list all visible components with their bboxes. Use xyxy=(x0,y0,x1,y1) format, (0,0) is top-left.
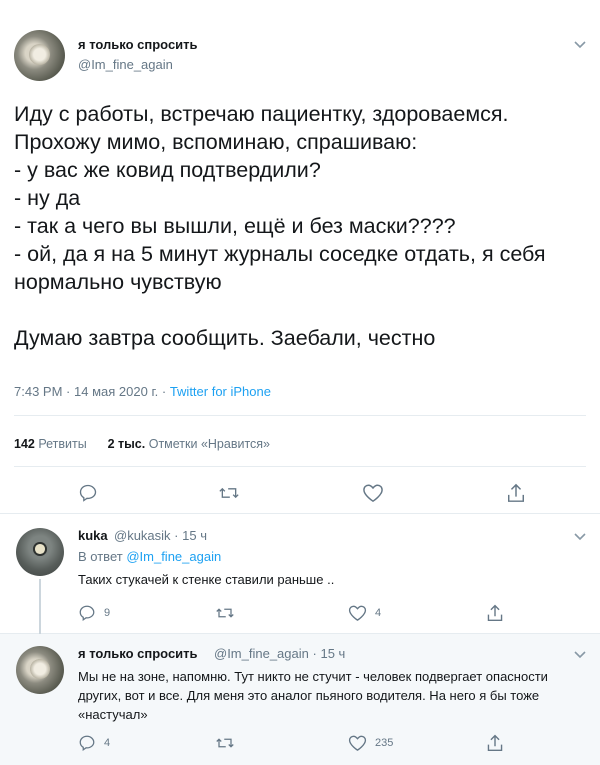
retweet-button[interactable] xyxy=(215,734,243,752)
user-handle: @Im_fine_again · 15 ч xyxy=(214,646,345,661)
avatar[interactable] xyxy=(16,528,64,576)
separator: · xyxy=(312,646,317,661)
heart-icon xyxy=(348,735,367,751)
retweets-count: 142 xyxy=(14,437,35,451)
user-handle-text[interactable]: @Im_fine_again xyxy=(214,646,309,661)
retweets-label: Ретвиты xyxy=(38,437,87,451)
separator: · xyxy=(66,384,71,399)
reply-count: 4 xyxy=(104,737,111,749)
thread-line xyxy=(39,579,41,635)
reply-button[interactable] xyxy=(78,483,98,503)
heart-icon xyxy=(348,605,367,621)
reply-tweet[interactable]: я только спросить @Im_fine_again · 15 ч … xyxy=(0,634,600,765)
tweet-meta: 7:43 PM · 14 мая 2020 г. · Twitter for i… xyxy=(14,384,271,399)
display-name[interactable]: я только спросить xyxy=(78,37,198,52)
main-tweet: я только спросить @Im_fine_again Иду с р… xyxy=(0,0,600,514)
retweet-button[interactable] xyxy=(215,604,243,622)
chevron-down-icon[interactable] xyxy=(573,40,587,50)
reply-icon xyxy=(79,735,95,751)
in-reply-mention[interactable]: @Im_fine_again xyxy=(126,549,221,564)
chevron-down-icon[interactable] xyxy=(573,532,587,542)
in-reply-label: В ответ xyxy=(78,549,123,564)
like-count: 235 xyxy=(375,737,394,749)
tweet-source-link[interactable]: Twitter for iPhone xyxy=(170,384,271,399)
like-button[interactable] xyxy=(362,483,384,503)
avatar[interactable] xyxy=(14,30,65,81)
display-name[interactable]: kuka xyxy=(78,528,108,543)
share-button[interactable] xyxy=(486,603,504,623)
retweet-icon xyxy=(219,487,239,499)
avatar[interactable] xyxy=(16,646,64,694)
share-icon xyxy=(487,604,503,622)
share-button[interactable] xyxy=(506,482,526,504)
tweet-time[interactable]: 7:43 PM xyxy=(14,384,62,399)
heart-icon xyxy=(363,484,383,503)
separator: · xyxy=(161,384,167,399)
reply-count: 9 xyxy=(104,607,111,619)
reply-text: Мы не на зоне, напомню. Тут никто не сту… xyxy=(78,669,548,722)
display-name[interactable]: я только спросить xyxy=(78,646,198,661)
chevron-down-icon[interactable] xyxy=(573,650,587,660)
user-handle[interactable]: @Im_fine_again xyxy=(78,57,173,72)
retweet-icon xyxy=(216,608,234,618)
in-reply-to: В ответ @Im_fine_again xyxy=(78,549,221,564)
like-button[interactable]: 235 xyxy=(348,734,393,752)
likes-count: 2 тыс. xyxy=(107,437,146,451)
tweet-stats: 142 Ретвиты 2 тыс. Отметки «Нравится» xyxy=(14,437,270,451)
like-count: 4 xyxy=(375,607,382,619)
tweet-age[interactable]: 15 ч xyxy=(320,646,345,661)
separator: · xyxy=(174,528,179,543)
like-button[interactable]: 4 xyxy=(348,604,381,622)
share-button[interactable] xyxy=(486,733,504,753)
divider xyxy=(14,466,586,467)
reply-button[interactable]: 4 xyxy=(78,734,110,752)
likes-stat[interactable]: 2 тыс. Отметки «Нравится» xyxy=(108,437,270,451)
tweet-text: Иду с работы, встречаю пациентку, здоров… xyxy=(14,102,546,350)
reply-icon xyxy=(79,484,97,502)
user-handle: @kukasik · 15 ч xyxy=(114,528,207,543)
reply-button[interactable]: 9 xyxy=(78,604,110,622)
reply-text: Таких стукачей к стенке ставили раньше .… xyxy=(78,572,335,587)
user-handle-text[interactable]: @kukasik xyxy=(114,528,171,543)
retweet-icon xyxy=(216,738,234,748)
reply-icon xyxy=(79,605,95,621)
likes-label: Отметки «Нравится» xyxy=(148,437,271,451)
retweets-stat[interactable]: 142 Ретвиты xyxy=(14,437,87,451)
tweet-date[interactable]: 14 мая 2020 г. xyxy=(74,384,158,399)
reply-tweet[interactable]: kuka @kukasik · 15 ч В ответ @Im_fine_ag… xyxy=(0,514,600,635)
retweet-button[interactable] xyxy=(218,483,240,503)
share-icon xyxy=(487,734,503,752)
divider xyxy=(14,415,586,416)
tweet-age[interactable]: 15 ч xyxy=(182,528,207,543)
share-icon xyxy=(508,483,524,502)
